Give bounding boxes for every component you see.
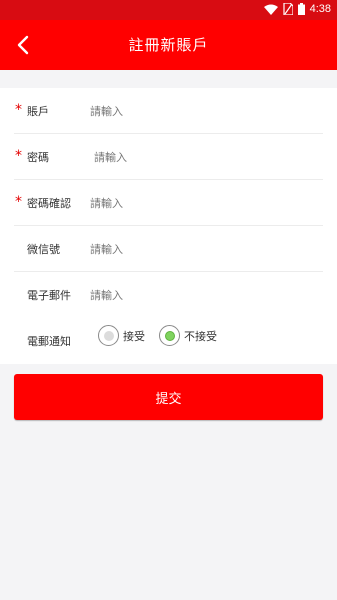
radio-decline[interactable]: 不接受 (159, 325, 217, 346)
email-label: 電子郵件 (27, 289, 71, 302)
wechat-label: 微信號 (27, 243, 60, 256)
radio-dot-unchecked (103, 330, 114, 341)
required-mark: * (15, 102, 22, 118)
email-input[interactable] (90, 284, 310, 306)
wifi-icon (263, 4, 278, 15)
radio-circle[interactable] (98, 325, 119, 346)
account-label: 賬戶 (27, 105, 49, 118)
email-notification-row: 電郵通知 接受 不接受 (0, 318, 337, 364)
radio-accept-label: 接受 (123, 329, 145, 343)
radio-circle[interactable] (159, 325, 180, 346)
password-row: * 密碼 (0, 134, 337, 180)
submit-button[interactable]: 提交 (14, 374, 323, 420)
app-header: 註冊新賬戶 (0, 20, 337, 70)
email-row: 電子郵件 (0, 272, 337, 318)
account-input[interactable] (90, 100, 310, 122)
password-label: 密碼 (27, 151, 49, 164)
status-time: 4:38 (309, 3, 331, 15)
radio-dot-checked (164, 330, 175, 341)
confirm-password-label: 密碼確認 (27, 197, 71, 210)
sim-icon (282, 3, 293, 15)
account-row: * 賬戶 (0, 88, 337, 134)
confirm-password-row: * 密碼確認 (0, 180, 337, 226)
radio-decline-label: 不接受 (184, 329, 217, 343)
required-mark: * (15, 194, 22, 210)
radio-accept[interactable]: 接受 (98, 325, 145, 346)
email-notification-label: 電郵通知 (27, 335, 71, 348)
wechat-input[interactable] (90, 238, 310, 260)
confirm-password-input[interactable] (90, 192, 310, 214)
status-bar: 4:38 (0, 0, 337, 20)
wechat-row: 微信號 (0, 226, 337, 272)
battery-icon (297, 3, 305, 15)
password-input[interactable] (94, 146, 310, 168)
email-notification-options: 接受 不接受 (98, 325, 231, 346)
registration-form: * 賬戶 * 密碼 * 密碼確認 微信號 電子郵件 電郵通知 接受 (0, 88, 337, 364)
required-mark: * (15, 148, 22, 164)
page-title: 註冊新賬戶 (128, 36, 209, 54)
